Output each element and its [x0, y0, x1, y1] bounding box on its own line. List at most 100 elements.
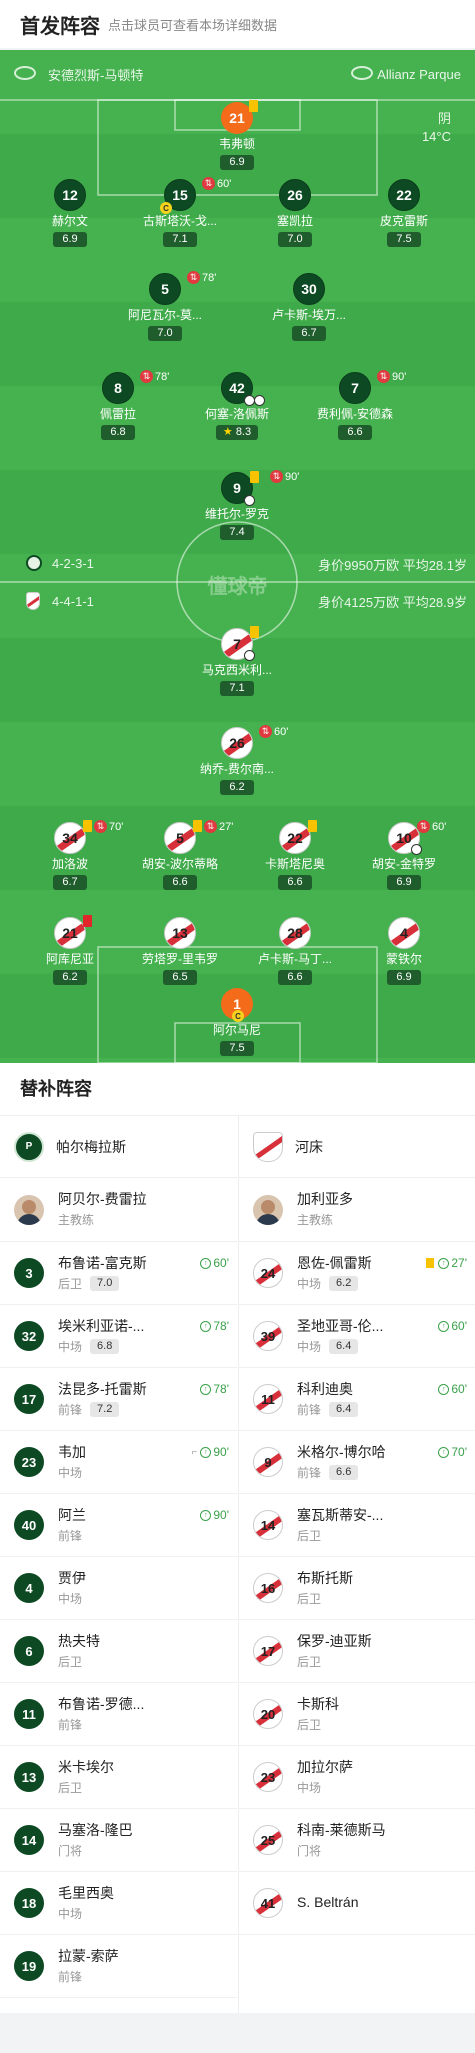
sub-player-row[interactable]: 17 保罗-迪亚斯 后卫	[239, 1620, 475, 1683]
player-card[interactable]: 21 阿库尼亚 6.2	[15, 915, 125, 985]
player-card[interactable]: 26 ⇅ 60' 纳乔-费尔南... 6.2	[182, 725, 292, 795]
player-card[interactable]: 26 塞凯拉 7.0	[240, 179, 350, 247]
sub-player-name: 加拉尔萨	[297, 1758, 353, 1775]
home-value: 身价9950万欧 平均28.1岁	[318, 558, 467, 573]
sub-out-icon: ⇅	[259, 725, 272, 738]
page-subtitle: 点击球员可查看本场详细数据	[108, 17, 278, 33]
coach-name: 阿贝尔-费雷拉	[58, 1191, 147, 1207]
sub-player-row[interactable]: 40 阿兰 前锋 ↑ 90'	[0, 1494, 237, 1557]
sub-player-row[interactable]: 13 米卡埃尔 后卫	[0, 1746, 237, 1809]
player-name: 卢卡斯-埃万...	[272, 308, 346, 322]
lineup-header: 首发阵容 点击球员可查看本场详细数据	[0, 0, 475, 48]
player-card[interactable]: 7 马克西米利... 7.1	[182, 626, 292, 696]
player-rating: 7.5	[387, 232, 421, 247]
player-card[interactable]: 1 C 阿尔马尼 7.5	[182, 988, 292, 1056]
sub-player-row[interactable]: 4 贾伊 中场	[0, 1557, 237, 1620]
sub-player-name: 布鲁诺-富克斯	[58, 1254, 147, 1271]
sub-in-icon: ↑	[200, 1257, 212, 1269]
sub-player-row[interactable]: 24 恩佐-佩雷斯 中场 6.2 ↑ 27'	[239, 1242, 475, 1305]
sub-position: 前锋	[58, 1969, 83, 1984]
player-jersey: 21	[54, 917, 86, 949]
player-jersey: 13	[164, 917, 196, 949]
player-card[interactable]: 13 劳塔罗-里韦罗 6.5	[125, 917, 235, 985]
player-card[interactable]: 15 C ⇅ 60' 古斯塔沃-戈... 7.1	[125, 177, 235, 247]
player-name: 赫尔文	[51, 214, 88, 228]
player-card[interactable]: 5 ⇅ 27' 胡安-波尔蒂略 6.6	[125, 820, 235, 890]
player-rating: 6.5	[163, 970, 197, 985]
sub-player-row[interactable]: 14 塞瓦斯蒂安-... 后卫	[239, 1494, 475, 1557]
player-card[interactable]: 30 卢卡斯-埃万... 6.7	[254, 273, 364, 341]
goal-icon	[244, 495, 255, 506]
coach-role: 主教练	[297, 1213, 334, 1227]
sub-player-row[interactable]: 18 毛里西奥 中场	[0, 1872, 237, 1935]
sub-player-name: S. Beltrán	[297, 1893, 359, 1910]
player-jersey: 28	[279, 917, 311, 949]
sub-position: 后卫	[58, 1654, 83, 1669]
player-card[interactable]: 8 ⇅ 78' 佩雷拉 6.8	[63, 370, 173, 440]
sub-player-row[interactable]: 19 拉蒙-索萨 前锋	[0, 1935, 237, 1998]
sub-rating: 6.4	[329, 1339, 359, 1354]
player-number-badge: 40	[14, 1510, 44, 1540]
sub-rating: 7.2	[90, 1402, 120, 1417]
sub-player-row[interactable]: 23 韦加 中场 ⌐ ↑ 90'	[0, 1431, 237, 1494]
sub-time: 60'	[432, 820, 447, 833]
player-card[interactable]: 42 何塞-洛佩斯 ★ 8.3	[182, 372, 292, 440]
sub-player-row[interactable]: 16 布斯托斯 后卫	[239, 1557, 475, 1620]
sub-time: 78'	[202, 271, 217, 284]
sub-position: 前锋	[58, 1402, 83, 1417]
coach-name: 加利亚多	[297, 1191, 353, 1207]
player-card[interactable]: 12 赫尔文 6.9	[15, 179, 125, 247]
sub-in-icon: ↑	[200, 1320, 212, 1332]
player-name: 何塞-洛佩斯	[205, 407, 269, 421]
player-card[interactable]: 4 蒙铁尔 6.9	[349, 917, 459, 985]
player-rating: 6.9	[53, 232, 87, 247]
sub-player-row[interactable]: 14 马塞洛-隆巴 门将	[0, 1809, 237, 1872]
sub-in-time: 90'	[213, 1508, 229, 1522]
sub-player-row[interactable]: 32 埃米利亚诺-... 中场 6.8 ↑ 78'	[0, 1305, 237, 1368]
sub-position: 中场	[58, 1906, 83, 1921]
away-value: 身价4125万欧 平均28.9岁	[318, 595, 467, 610]
sub-player-name: 埃米利亚诺-...	[58, 1317, 145, 1334]
player-card[interactable]: 34 ⇅ 70' 加洛波 6.7	[15, 820, 125, 890]
sub-player-row[interactable]: 41 S. Beltrán	[239, 1872, 475, 1935]
coach-row[interactable]: 阿贝尔-费雷拉 主教练	[0, 1178, 237, 1242]
sub-player-row[interactable]: 11 科利迪奥 前锋 6.4 ↑ 60'	[239, 1368, 475, 1431]
sub-in-icon: ↑	[438, 1446, 450, 1458]
player-name: 塞凯拉	[276, 214, 313, 228]
team-name: 河床	[295, 1138, 323, 1155]
sub-position: 后卫	[297, 1591, 322, 1606]
coach-row[interactable]: 加利亚多 主教练	[239, 1178, 475, 1242]
yellow-card-icon	[308, 820, 317, 832]
sub-player-row[interactable]: 23 加拉尔萨 中场	[239, 1746, 475, 1809]
player-card[interactable]: 9 ⇅ 90' 维托尔-罗克 7.4	[182, 470, 299, 540]
player-name: 卡斯塔尼奥	[264, 857, 325, 871]
sub-player-row[interactable]: 25 科南-莱德斯马 门将	[239, 1809, 475, 1872]
player-rating: 7.5	[220, 1041, 254, 1056]
player-card[interactable]: 22 皮克雷斯 7.5	[349, 179, 459, 247]
coach-avatar	[253, 1194, 283, 1225]
sub-out-icon: ⇅	[94, 820, 107, 833]
player-number-badge: 39	[253, 1321, 283, 1351]
sub-player-row[interactable]: 11 布鲁诺-罗德... 前锋	[0, 1683, 237, 1746]
goal-icon	[244, 650, 255, 661]
sub-in-icon: ↑	[438, 1257, 450, 1269]
home-team-header[interactable]: P 帕尔梅拉斯	[0, 1116, 237, 1178]
sub-player-row[interactable]: 6 热夫特 后卫	[0, 1620, 237, 1683]
sub-player-row[interactable]: 17 法昆多-托雷斯 前锋 7.2 ↑ 78'	[0, 1368, 237, 1431]
player-number-badge: 23	[253, 1762, 283, 1792]
player-card[interactable]: 28 卢卡斯-马丁... 6.6	[240, 917, 350, 985]
goal-icon	[254, 395, 265, 406]
sub-position: 门将	[297, 1843, 322, 1858]
sub-player-row[interactable]: 3 布鲁诺-富克斯 后卫 7.0 ↑ 60'	[0, 1242, 237, 1305]
sub-player-name: 米格尔-博尔哈	[297, 1443, 386, 1460]
player-card[interactable]: 10 ⇅ 60' 胡安-金特罗 6.9	[349, 820, 459, 890]
player-card[interactable]: 7 ⇅ 90' 费利佩-安德森 6.6	[300, 370, 410, 440]
player-card[interactable]: 22 卡斯塔尼奥 6.6	[240, 820, 350, 890]
sub-player-row[interactable]: 39 圣地亚哥-伦... 中场 6.4 ↑ 60'	[239, 1305, 475, 1368]
away-team-header[interactable]: 河床	[239, 1116, 475, 1178]
player-card[interactable]: 21 韦弗顿 6.9	[182, 100, 292, 170]
player-card[interactable]: 5 ⇅ 78' 阿尼瓦尔-莫... 7.0	[110, 271, 220, 341]
sub-player-row[interactable]: 9 米格尔-博尔哈 前锋 6.6 ↑ 70'	[239, 1431, 475, 1494]
sub-player-row[interactable]: 20 卡斯科 后卫	[239, 1683, 475, 1746]
player-name: 加洛波	[51, 857, 88, 871]
